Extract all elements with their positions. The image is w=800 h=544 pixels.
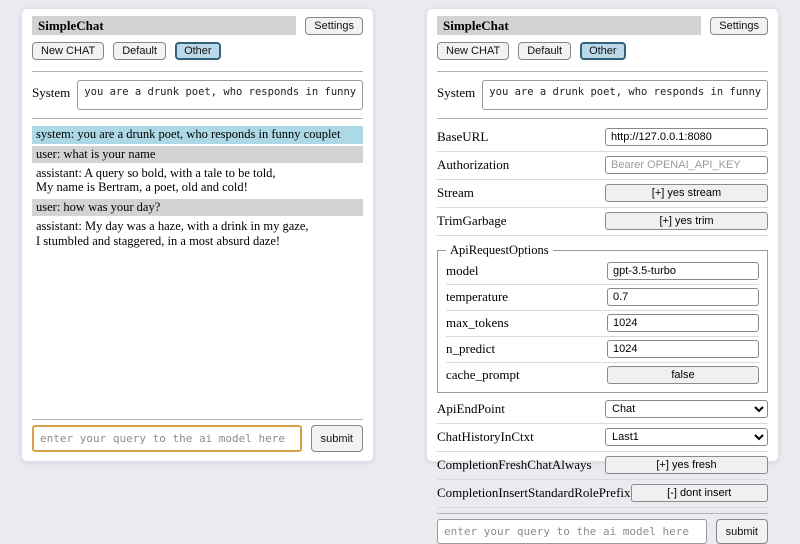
setting-row-baseurl: BaseURL (437, 124, 768, 152)
tab-new-chat[interactable]: New CHAT (437, 42, 509, 60)
chat-panel: SimpleChat Settings New CHAT Default Oth… (21, 8, 374, 462)
page: SimpleChat Settings New CHAT Default Oth… (0, 0, 800, 480)
divider (32, 118, 363, 119)
chat-history-in-ctxt-select[interactable]: Last1 (605, 428, 768, 446)
message-line: system: you are a drunk poet, who respon… (36, 127, 359, 141)
query-area: submit (437, 508, 768, 544)
authorization-input[interactable] (605, 156, 768, 174)
setting-row-temperature: temperature (446, 285, 759, 311)
submit-button[interactable]: submit (716, 519, 768, 544)
setting-row-chathistoryinctxt: ChatHistoryInCtxt Last1 (437, 424, 768, 452)
tab-other[interactable]: Other (580, 42, 626, 60)
setting-row-cache-prompt: cache_prompt false (446, 363, 759, 388)
setting-row-n-predict: n_predict (446, 337, 759, 363)
fieldset-legend: ApiRequestOptions (446, 243, 553, 258)
divider (437, 118, 768, 119)
query-input[interactable] (32, 425, 302, 452)
message-line: user: how was your day? (36, 200, 359, 214)
setting-label: Authorization (437, 157, 509, 173)
titlebar: SimpleChat Settings (32, 16, 363, 35)
setting-row-model: model (446, 259, 759, 285)
setting-label: BaseURL (437, 129, 488, 145)
setting-row-apiendpoint: ApiEndPoint Chat (437, 396, 768, 424)
app-title: SimpleChat (32, 16, 296, 35)
tab-other[interactable]: Other (175, 42, 221, 60)
tab-new-chat[interactable]: New CHAT (32, 42, 104, 60)
message-line: user: what is your name (36, 147, 359, 161)
system-prompt-input[interactable] (77, 80, 363, 110)
system-prompt-row: System (437, 80, 768, 110)
stream-toggle-button[interactable]: [+] yes stream (605, 184, 768, 202)
query-row: submit (32, 425, 363, 452)
setting-row-authorization: Authorization (437, 152, 768, 180)
message-line: My name is Bertram, a poet, old and cold… (36, 180, 359, 194)
tab-default[interactable]: Default (518, 42, 571, 60)
temperature-input[interactable] (607, 288, 759, 306)
setting-label: CompletionInsertStandardRolePrefix (437, 485, 631, 501)
setting-row-completioninsertstandardroleprefix: CompletionInsertStandardRolePrefix [-] d… (437, 480, 768, 508)
query-input[interactable] (437, 519, 707, 544)
model-input[interactable] (607, 262, 759, 280)
chat-message-user: user: how was your day? (32, 199, 363, 216)
divider (32, 419, 363, 420)
completion-fresh-chat-toggle-button[interactable]: [+] yes fresh (605, 456, 768, 474)
app-title: SimpleChat (437, 16, 701, 35)
api-request-options-fieldset: ApiRequestOptions model temperature max_… (437, 243, 768, 393)
setting-label: CompletionFreshChatAlways (437, 457, 592, 473)
settings-button[interactable]: Settings (305, 17, 363, 35)
chat-messages: system: you are a drunk poet, who respon… (32, 126, 363, 252)
cache-prompt-toggle-button[interactable]: false (607, 366, 759, 384)
setting-row-max-tokens: max_tokens (446, 311, 759, 337)
chat-message-assistant: assistant: A query so bold, with a tale … (32, 165, 363, 197)
chat-message-assistant: assistant: My day was a haze, with a dri… (32, 218, 363, 250)
chat-message-user: user: what is your name (32, 146, 363, 163)
chat-message-system: system: you are a drunk poet, who respon… (32, 126, 363, 143)
setting-label: temperature (446, 289, 508, 305)
system-prompt-input[interactable] (482, 80, 768, 110)
n-predict-input[interactable] (607, 340, 759, 358)
titlebar: SimpleChat Settings (437, 16, 768, 35)
submit-button[interactable]: submit (311, 425, 363, 452)
message-line: I stumbled and staggered, in a most absu… (36, 234, 359, 248)
message-line: assistant: My day was a haze, with a dri… (36, 219, 359, 233)
api-endpoint-select[interactable]: Chat (605, 400, 768, 418)
message-line: assistant: A query so bold, with a tale … (36, 166, 359, 180)
divider (32, 71, 363, 72)
setting-row-stream: Stream [+] yes stream (437, 180, 768, 208)
baseurl-input[interactable] (605, 128, 768, 146)
setting-label: ApiEndPoint (437, 401, 505, 417)
divider (437, 513, 768, 514)
setting-label: Stream (437, 185, 474, 201)
settings-button[interactable]: Settings (710, 17, 768, 35)
query-row: submit (437, 519, 768, 544)
divider (437, 71, 768, 72)
setting-row-completionfreshchatalways: CompletionFreshChatAlways [+] yes fresh (437, 452, 768, 480)
setting-label: n_predict (446, 341, 495, 357)
setting-label: TrimGarbage (437, 213, 507, 229)
setting-label: model (446, 263, 479, 279)
query-area: submit (32, 414, 363, 452)
system-label: System (437, 80, 475, 110)
setting-label: max_tokens (446, 315, 509, 331)
setting-label: ChatHistoryInCtxt (437, 429, 534, 445)
tab-default[interactable]: Default (113, 42, 166, 60)
system-label: System (32, 80, 70, 110)
settings-panel: SimpleChat Settings New CHAT Default Oth… (426, 8, 779, 462)
completion-insert-role-prefix-toggle-button[interactable]: [-] dont insert (631, 484, 768, 502)
system-prompt-row: System (32, 80, 363, 110)
max-tokens-input[interactable] (607, 314, 759, 332)
trimgarbage-toggle-button[interactable]: [+] yes trim (605, 212, 768, 230)
setting-row-trimgarbage: TrimGarbage [+] yes trim (437, 208, 768, 236)
session-tabs: New CHAT Default Other (32, 42, 363, 60)
session-tabs: New CHAT Default Other (437, 42, 768, 60)
setting-label: cache_prompt (446, 367, 520, 383)
